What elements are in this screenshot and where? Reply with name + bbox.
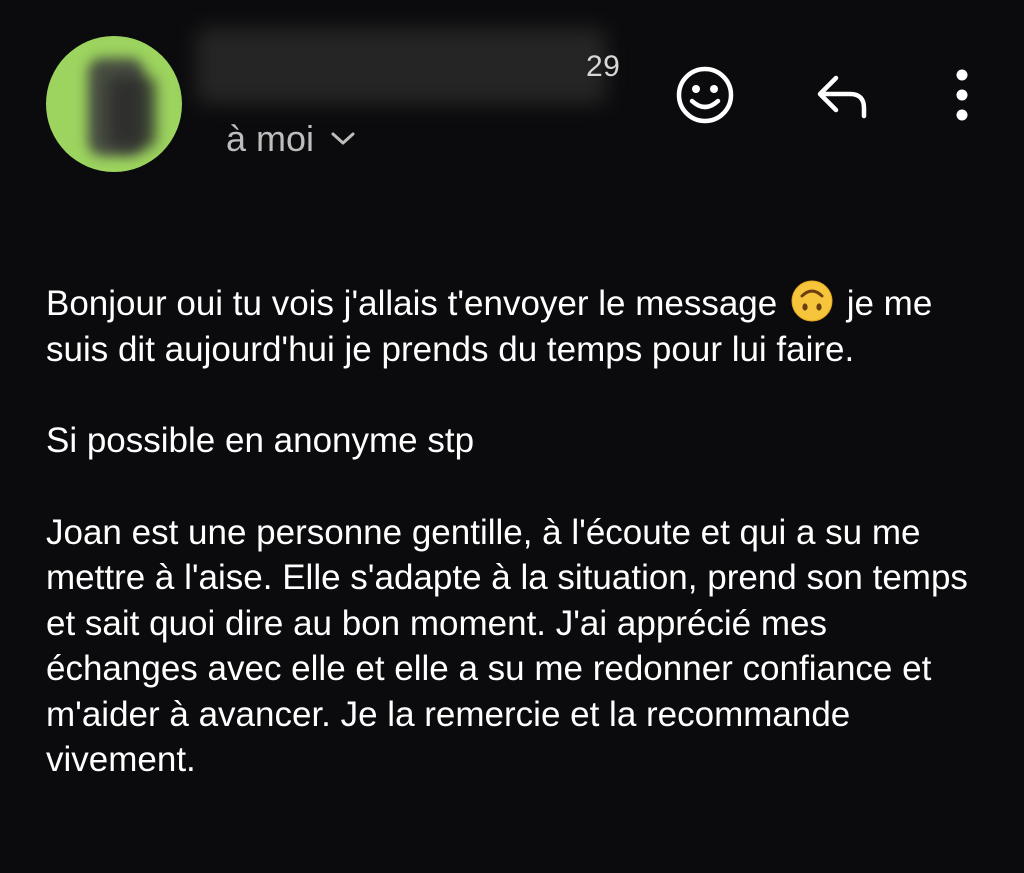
message-time: 29 (586, 50, 621, 83)
emoji-reaction-button[interactable] (674, 66, 736, 128)
message-paragraph-2: Si possible en anonyme stp (46, 421, 475, 460)
more-options-button[interactable] (944, 66, 980, 128)
message-text: Bonjour oui tu vois j'allais t'envoyer l… (46, 284, 778, 323)
message-paragraph-1: Bonjour oui tu vois j'allais t'envoyer l… (46, 280, 986, 372)
chevron-down-icon (330, 131, 356, 147)
recipient-label: à moi (226, 118, 315, 159)
message-paragraph-3: Joan est une personne gentille, à l'écou… (46, 512, 968, 780)
sender-avatar[interactable] (46, 36, 182, 172)
sender-name-redacted (196, 28, 606, 104)
reply-button[interactable] (812, 72, 874, 124)
recipient-details-toggle[interactable]: à moi (226, 118, 356, 160)
avatar-redaction-overlay (108, 76, 156, 148)
upside-down-face-emoji-icon (791, 280, 833, 322)
reply-icon (814, 72, 872, 125)
message-body: Bonjour oui tu vois j'allais t'envoyer l… (46, 280, 986, 829)
emoji-reaction-icon (675, 65, 735, 130)
more-vert-icon (954, 68, 970, 127)
email-view: 29 à moi Bonjour oui tu vois j'allais t'… (0, 0, 1024, 873)
